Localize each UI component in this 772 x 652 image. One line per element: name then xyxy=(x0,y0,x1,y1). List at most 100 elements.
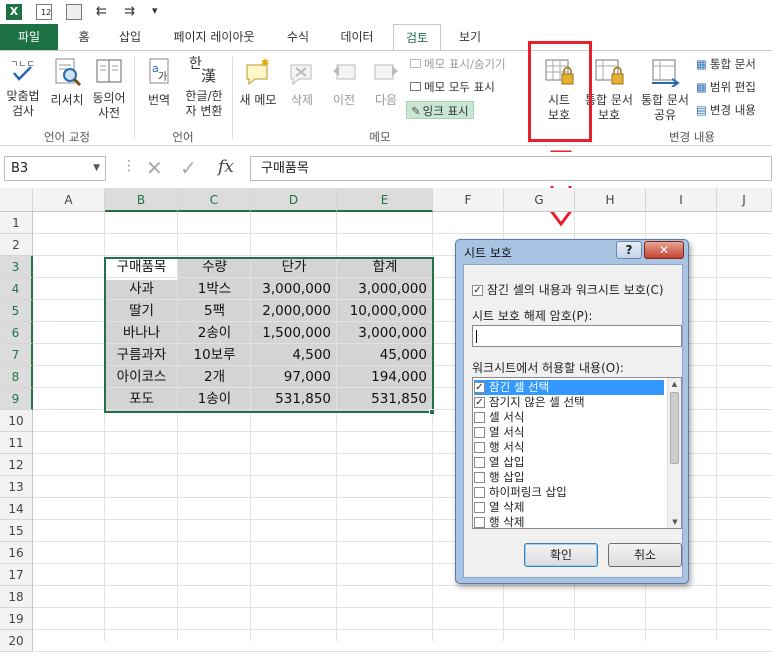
tab-file[interactable]: 파일 xyxy=(0,24,58,50)
row-header-18[interactable]: 18 xyxy=(0,586,33,608)
show-all-memo-button[interactable]: 메모 모두 표시 xyxy=(410,78,495,96)
protect-share-button[interactable]: ▦ 통합 문서 xyxy=(696,55,756,73)
permission-option[interactable]: 셀 서식 xyxy=(474,410,664,425)
spelling-button[interactable]: ㄱㄴㄷ 맞춤법 검사 xyxy=(2,57,44,119)
permission-checkbox[interactable]: ✓ xyxy=(474,382,485,393)
cancel-button[interactable]: 취소 xyxy=(608,543,682,567)
cancel-icon[interactable]: ✕ xyxy=(146,156,163,180)
track-changes-button[interactable]: ▤ 변경 내용 xyxy=(696,101,756,119)
permission-checkbox[interactable]: ✓ xyxy=(474,397,485,408)
enter-icon[interactable]: ✓ xyxy=(180,156,197,180)
column-header-h[interactable]: H xyxy=(575,188,646,212)
row-header-16[interactable]: 16 xyxy=(0,542,33,564)
tab-data[interactable]: 데이터 xyxy=(328,24,386,50)
ink-button[interactable]: ✎ 잉크 표시 xyxy=(406,101,474,119)
permission-checkbox[interactable] xyxy=(474,427,485,438)
research-button[interactable]: 리서치 xyxy=(46,57,88,108)
permission-option[interactable]: ✓ 잠긴 셀 선택 xyxy=(474,380,664,395)
column-header-c[interactable]: C xyxy=(178,188,251,212)
row-header-15[interactable]: 15 xyxy=(0,520,33,542)
customize-qat-icon[interactable]: ▾ xyxy=(152,4,168,20)
table-icon[interactable] xyxy=(66,4,82,20)
permission-option[interactable]: 행 삽입 xyxy=(474,470,664,485)
permission-checkbox[interactable] xyxy=(474,442,485,453)
row-header-13[interactable]: 13 xyxy=(0,476,33,498)
insert-function-icon[interactable]: fx xyxy=(218,157,234,177)
row-header-17[interactable]: 17 xyxy=(0,564,33,586)
row-header-12[interactable]: 12 xyxy=(0,454,33,476)
row-header-4[interactable]: 4 xyxy=(0,278,33,300)
next-memo-button[interactable]: 다음 xyxy=(366,57,406,108)
thesaurus-button[interactable]: 동의어 사전 xyxy=(88,57,130,121)
row-header-19[interactable]: 19 xyxy=(0,608,33,630)
permission-checkbox[interactable] xyxy=(474,517,485,528)
tab-page-layout[interactable]: 페이지 레이아웃 xyxy=(160,24,268,50)
name-box[interactable]: B3 ▼ xyxy=(4,156,106,181)
tab-insert[interactable]: 삽입 xyxy=(110,24,150,50)
show-hide-memo-button[interactable]: 메모 표시/숨기기 xyxy=(410,55,506,73)
tab-review[interactable]: 검토 xyxy=(393,24,441,51)
select-all-corner[interactable] xyxy=(0,188,33,212)
save-icon[interactable]: 12 xyxy=(36,4,52,20)
permission-option[interactable]: 열 서식 xyxy=(474,425,664,440)
translate-button[interactable]: a가 번역 xyxy=(138,57,180,108)
permission-option[interactable]: ✓ 잠기지 않은 셀 선택 xyxy=(474,395,664,410)
row-header-11[interactable]: 11 xyxy=(0,432,33,454)
fill-handle[interactable] xyxy=(429,409,435,415)
scroll-thumb[interactable] xyxy=(670,392,679,464)
prev-memo-button[interactable]: 이전 xyxy=(324,57,364,108)
tab-view[interactable]: 보기 xyxy=(448,24,492,50)
row-header-7[interactable]: 7 xyxy=(0,344,33,366)
column-header-f[interactable]: F xyxy=(433,188,504,212)
permission-checkbox[interactable] xyxy=(474,502,485,513)
hanja-button[interactable]: 한 漢 한글/한 자 변환 xyxy=(180,57,228,119)
column-header-d[interactable]: D xyxy=(251,188,337,212)
column-header-a[interactable]: A xyxy=(33,188,105,212)
share-workbook-button[interactable]: 통합 문서 공유 xyxy=(637,57,693,123)
permission-checkbox[interactable] xyxy=(474,472,485,483)
permission-option[interactable]: 하이퍼링크 삽입 xyxy=(474,485,664,500)
delete-memo-button[interactable]: 삭제 xyxy=(282,57,322,108)
column-header-b[interactable]: B xyxy=(105,188,178,212)
scroll-down-icon[interactable]: ▼ xyxy=(668,516,681,528)
tab-home[interactable]: 홈 xyxy=(66,24,102,50)
protect-checkbox[interactable]: ✓ xyxy=(472,285,483,296)
help-button[interactable]: ? xyxy=(616,241,642,259)
row-header-2[interactable]: 2 xyxy=(0,234,33,256)
scroll-up-icon[interactable]: ▲ xyxy=(668,378,681,390)
column-header-j[interactable]: J xyxy=(717,188,772,212)
row-header-6[interactable]: 6 xyxy=(0,322,33,344)
row-header-3[interactable]: 3 xyxy=(0,256,33,278)
hanja-label-2: 자 변환 xyxy=(185,104,223,118)
ok-button[interactable]: 확인 xyxy=(524,543,598,567)
close-icon[interactable]: ✕ xyxy=(644,241,684,259)
permission-option[interactable]: 열 삽입 xyxy=(474,455,664,470)
column-header-i[interactable]: I xyxy=(646,188,717,212)
row-header-9[interactable]: 9 xyxy=(0,388,33,410)
row-header-10[interactable]: 10 xyxy=(0,410,33,432)
permission-checkbox[interactable] xyxy=(474,487,485,498)
row-header-5[interactable]: 5 xyxy=(0,300,33,322)
formula-input[interactable]: 구매품목 xyxy=(250,156,772,181)
row-header-8[interactable]: 8 xyxy=(0,366,33,388)
row-header-1[interactable]: 1 xyxy=(0,212,33,234)
allow-edit-ranges-button[interactable]: ▦ 범위 편집 xyxy=(696,78,756,96)
permission-option[interactable]: 행 서식 xyxy=(474,440,664,455)
permission-checkbox[interactable] xyxy=(474,412,485,423)
password-input[interactable] xyxy=(472,325,682,347)
column-header-e[interactable]: E xyxy=(337,188,433,212)
column-header-g[interactable]: G xyxy=(504,188,575,212)
protect-checkbox-row[interactable]: ✓ 잠긴 셀의 내용과 워크시트 보호(C) xyxy=(472,281,664,298)
tab-formulas[interactable]: 수식 xyxy=(276,24,320,50)
permission-option[interactable]: 열 삭제 xyxy=(474,500,664,515)
list-scrollbar[interactable]: ▲ ▼ xyxy=(667,378,681,528)
name-box-dropdown-icon[interactable]: ▼ xyxy=(93,157,100,180)
indent-decrease-icon[interactable]: ⇇ xyxy=(96,4,112,20)
indent-increase-icon[interactable]: ⇉ xyxy=(124,4,140,20)
new-memo-button[interactable]: ✱ 새 메모 xyxy=(236,57,280,108)
row-header-14[interactable]: 14 xyxy=(0,498,33,520)
permissions-list[interactable]: ✓ 잠긴 셀 선택 ✓ 잠기지 않은 셀 선택 셀 서식 열 서식 행 서식 열 삽입 행 삽입… xyxy=(472,377,682,529)
row-header-20[interactable]: 20 xyxy=(0,630,33,652)
permission-option[interactable]: 행 삭제 xyxy=(474,515,664,528)
permission-checkbox[interactable] xyxy=(474,457,485,468)
